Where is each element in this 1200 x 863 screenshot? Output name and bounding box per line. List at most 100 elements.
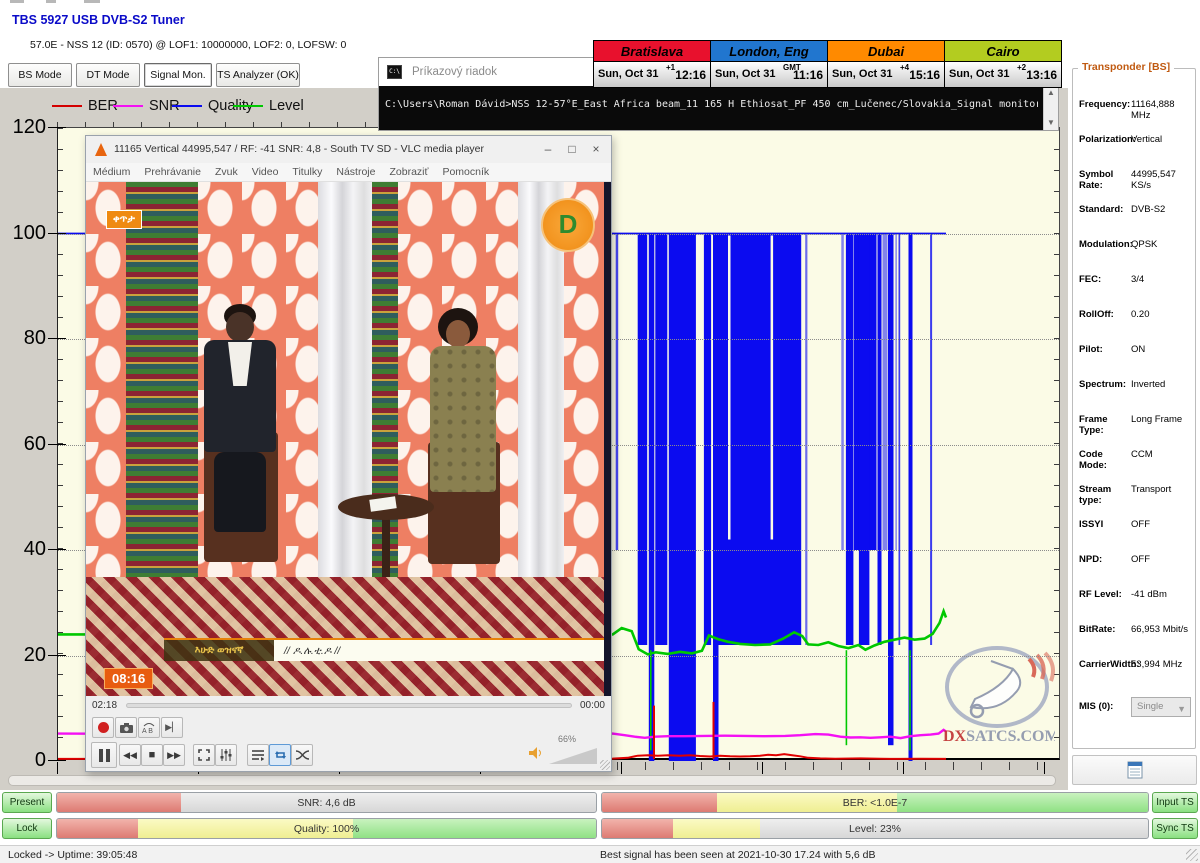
y-tick-label-100: 100 — [6, 222, 46, 245]
clock-dubai: DubaiSun, Oct 31+415:16 — [827, 40, 945, 88]
snr-bar: SNR: 4,6 dB — [56, 792, 597, 813]
scroll-up-icon[interactable]: ▲ — [1044, 86, 1058, 100]
menu-prehrvanie[interactable]: Prehrávanie — [137, 163, 208, 181]
volume-percent: 66% — [558, 734, 576, 744]
loop-button[interactable] — [269, 744, 291, 766]
clock-date: Sun, Oct 31 — [832, 68, 893, 80]
close-icon[interactable]: × — [585, 140, 607, 158]
transponder-panel: Transponder [BS] Frequency:11164,888 MHz… — [1068, 0, 1200, 790]
ticker-label: እሁድ ወዝናኛ — [164, 640, 274, 661]
resize-grip[interactable] — [1186, 849, 1198, 861]
menu-mdium[interactable]: Médium — [86, 163, 137, 181]
vlc-window[interactable]: 11165 Vertical 44995,547 / RF: -41 SNR: … — [85, 135, 612, 772]
toolbar-button-bs-mode[interactable]: BS Mode — [8, 63, 72, 87]
quality-bar: Quality: 100% — [56, 818, 597, 839]
transponder-value: OFF — [1131, 519, 1195, 530]
mis-row: MIS (0): Single ▼ — [1073, 701, 1195, 725]
clock-utc-offset: +2 — [1017, 63, 1026, 72]
clock-utc-offset: +1 — [666, 63, 675, 72]
lock-button[interactable]: Lock — [2, 818, 52, 839]
transponder-label: RollOff: — [1079, 309, 1131, 320]
vlc-resize-grip[interactable] — [600, 760, 610, 770]
transponder-list-button[interactable] — [1072, 755, 1197, 785]
transponder-label: ISSYI — [1079, 519, 1131, 530]
clock-date: Sun, Oct 31 — [715, 68, 776, 80]
vlc-cone-icon — [95, 143, 107, 156]
cmd-scrollbar[interactable]: ▲ ▼ — [1043, 86, 1058, 130]
playlist-button[interactable] — [247, 744, 269, 766]
y-tick-label-0: 0 — [6, 749, 46, 772]
chart-horizontal-scrollbar[interactable] — [8, 775, 1056, 786]
clock-london-eng: London, EngSun, Oct 31GMT11:16 — [710, 40, 828, 88]
transponder-row-pilot-: Pilot:ON — [1073, 344, 1195, 368]
transponder-row-bitrate-: BitRate:66,953 Mbit/s — [1073, 624, 1195, 648]
cmd-console[interactable]: C:\Users\Roman Dávid>NSS 12-57°E_East Af… — [379, 86, 1058, 130]
menu-video[interactable]: Video — [245, 163, 286, 181]
legend-line-level — [233, 105, 263, 107]
transponder-value: 53,994 MHz — [1131, 659, 1195, 670]
sync-ts-button[interactable]: Sync TS — [1152, 818, 1198, 839]
shuffle-button[interactable] — [291, 744, 313, 766]
menu-nstroje[interactable]: Nástroje — [329, 163, 382, 181]
transponder-value: 0.20 — [1131, 309, 1195, 320]
cmd-command-line: C:\Users\Roman Dávid>NSS 12-57°E_East Af… — [385, 99, 1038, 110]
vlc-titlebar[interactable]: 11165 Vertical 44995,547 / RF: -41 SNR: … — [86, 136, 611, 163]
vlc-menubar: MédiumPrehrávanieZvukVideoTitulkyNástroj… — [86, 163, 611, 182]
minimize-icon[interactable]: – — [537, 140, 559, 158]
maximize-icon[interactable]: □ — [561, 140, 583, 158]
menu-zvuk[interactable]: Zvuk — [208, 163, 245, 181]
video-frame[interactable]: ቀጥታ D እሁድ ወዝናኛ // ዶ.ሉ.ቲ.ዶ // 08:16 — [86, 182, 611, 696]
fullscreen-button[interactable] — [193, 744, 215, 766]
ab-loop-button[interactable]: A B — [138, 717, 160, 738]
toolbar-button-signal-mon-[interactable]: Signal Mon. — [144, 63, 212, 87]
menu-zobrazi[interactable]: Zobraziť — [382, 163, 435, 181]
seek-slider[interactable] — [126, 703, 572, 708]
tuner-info: 57.0E - NSS 12 (ID: 0570) @ LOF1: 100000… — [30, 39, 346, 51]
transponder-value: ON — [1131, 344, 1195, 355]
list-icon — [1127, 761, 1143, 779]
toolbar-button-ts-analyzer-ok-[interactable]: TS Analyzer (OK) — [216, 63, 300, 87]
watermark-rest: SATCS.COM — [966, 728, 1055, 745]
scroll-down-icon[interactable]: ▼ — [1044, 116, 1058, 130]
menu-pomocnk[interactable]: Pomocník — [435, 163, 496, 181]
transponder-value: CCM — [1131, 449, 1195, 460]
y-major-tick — [48, 549, 66, 550]
toolbar-button-dt-mode[interactable]: DT Mode — [76, 63, 140, 87]
transponder-title: Transponder [BS] — [1078, 61, 1174, 73]
present-button[interactable]: Present — [2, 792, 52, 813]
frame-step-button[interactable]: ▶▏ — [161, 717, 183, 738]
y-tick-label-80: 80 — [6, 327, 46, 350]
legend-item-snr: SNR — [113, 98, 180, 114]
volume-slider[interactable] — [549, 748, 597, 764]
next-button[interactable]: ▶▶ — [163, 744, 185, 766]
mis-select[interactable]: Single ▼ — [1131, 697, 1191, 717]
previous-icon: ◀◀ — [123, 750, 137, 761]
pause-button[interactable] — [91, 742, 117, 768]
shuffle-icon — [296, 749, 309, 761]
clock-time: 13:16 — [1026, 68, 1057, 82]
world-clock-widget: BratislavaSun, Oct 31+112:16London, EngS… — [593, 40, 1065, 88]
input-ts-button[interactable]: Input TS — [1152, 792, 1198, 813]
clock-city: Dubai — [828, 41, 944, 62]
clock-body: Sun, Oct 31+415:16 — [828, 62, 944, 87]
level-bar: Level: 23% — [601, 818, 1149, 839]
transponder-value: 66,953 Mbit/s — [1131, 624, 1195, 635]
studio-pattern-strip — [126, 182, 198, 582]
record-button[interactable] — [92, 717, 114, 738]
speaker-icon[interactable] — [529, 746, 543, 760]
previous-button[interactable]: ◀◀ — [119, 744, 141, 766]
chevron-down-icon: ▼ — [1177, 700, 1186, 718]
fullscreen-icon — [198, 749, 210, 761]
extended-settings-button[interactable] — [215, 744, 237, 766]
y-major-tick — [48, 127, 66, 128]
menu-titulky[interactable]: Titulky — [285, 163, 329, 181]
ber-value: BER: <1.0E-7 — [602, 793, 1148, 812]
transponder-value: Long Frame — [1131, 414, 1195, 425]
transponder-row-polarization-: Polarization:Vertical — [1073, 134, 1195, 158]
snapshot-button[interactable] — [115, 717, 137, 738]
ticker-text: // ዶ.ሉ.ቲ.ዶ // — [274, 640, 605, 661]
record-icon — [98, 722, 109, 733]
transponder-value: QPSK — [1131, 239, 1195, 250]
cmd-icon: C:\ — [387, 65, 402, 79]
stop-button[interactable]: ■ — [141, 744, 163, 766]
